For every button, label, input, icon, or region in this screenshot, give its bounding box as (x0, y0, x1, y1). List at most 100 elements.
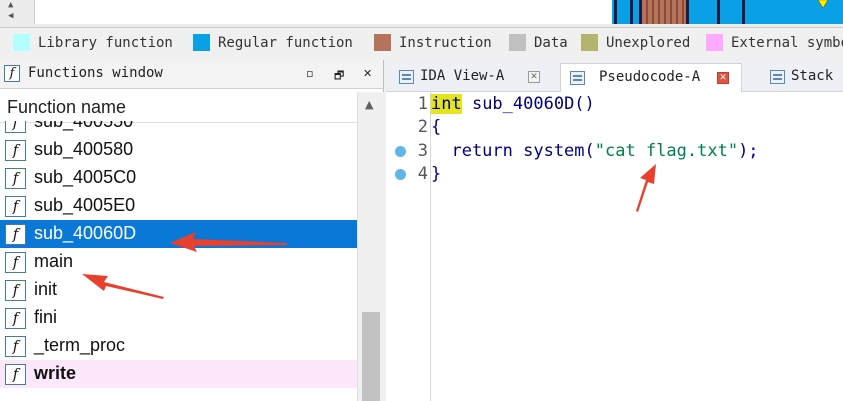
nav-segment-instruction (642, 0, 686, 24)
function-name: init (34, 279, 58, 299)
disassembly-view-icon (399, 70, 414, 84)
nav-position-marker-icon (818, 0, 828, 8)
legend-label: Data (534, 35, 568, 51)
tab-label: Stack (791, 68, 834, 84)
functions-window-titlebar[interactable]: f Functions window ▫ 🗗 ✕ (0, 60, 383, 89)
legend-swatch-external (706, 34, 723, 51)
function-icon: f (5, 280, 26, 301)
function-name: main (34, 251, 74, 271)
function-row[interactable]: f main (0, 248, 357, 276)
line-number: 2 (417, 117, 428, 138)
function-icon: f (5, 308, 26, 329)
float-pane-button[interactable]: 🗗 (334, 67, 344, 86)
function-name: write (34, 363, 77, 383)
function-list[interactable]: f sub_400550 f sub_400580 f sub_4005C0 f sub_40… (0, 121, 357, 401)
function-row[interactable]: f fini (0, 304, 357, 332)
functions-window: f Functions window ▫ 🗗 ✕ Function name f… (0, 60, 384, 401)
legend-item-unexplored: Unexplored (581, 34, 690, 52)
stack-view-icon (770, 70, 785, 84)
line-number: 1 (417, 94, 428, 114)
line-number: 3 (417, 140, 428, 161)
function-name: sub_400580 (34, 139, 134, 159)
color-legend: Library function Regular function Instru… (0, 28, 843, 58)
legend-swatch-regular (193, 34, 210, 51)
function-row[interactable]: f init (0, 276, 357, 304)
nav-left-arrow-icon[interactable]: ◀ (8, 11, 28, 22)
functions-window-title: Functions window (28, 65, 163, 81)
nav-arrows[interactable]: ▲ ◀ (8, 0, 28, 24)
code-line[interactable]: 4} (386, 163, 843, 186)
navigation-band[interactable]: ▲ ◀ (0, 0, 843, 28)
tab-ida-view-a[interactable]: IDA View-A ✕ (390, 63, 554, 91)
tab-label: Pseudocode-A (599, 69, 701, 85)
nav-up-arrow-icon[interactable]: ▲ (8, 0, 28, 11)
legend-label: Instruction (399, 35, 492, 51)
legend-label: External symbol (731, 35, 843, 51)
nav-segment-code (745, 0, 843, 24)
column-header-label: Function name (7, 97, 127, 117)
function-name: fini (34, 307, 58, 327)
string-literal: "cat flag.txt" (594, 140, 739, 161)
pseudocode-pane: IDA View-A ✕ Pseudocode-A ✕ Stack 1 int s… (386, 60, 843, 401)
function-icon: f (5, 224, 26, 245)
function-icon: f (5, 168, 26, 189)
function-row[interactable]: f sub_400580 (0, 136, 357, 164)
legend-item-data: Data (509, 34, 568, 52)
function-row[interactable]: f sub_40060D (0, 220, 357, 248)
line-number: 4 (417, 163, 428, 184)
tab-pseudocode-a[interactable]: Pseudocode-A ✕ (560, 63, 742, 92)
nav-segment-dark (614, 0, 617, 24)
pseudocode-view-icon (570, 71, 585, 85)
legend-item-external: External symbol (706, 34, 843, 52)
legend-item-regular: Regular function (193, 34, 353, 52)
tab-stack[interactable]: Stack (748, 63, 843, 91)
close-tab-icon[interactable]: ✕ (528, 71, 540, 83)
breakpoint-dot-icon[interactable] (395, 168, 406, 180)
tab-label: IDA View-A (420, 68, 505, 84)
pseudocode-editor[interactable]: 1 int sub_40060D() 2{3 return system("cat … (386, 92, 843, 401)
function-icon: f (5, 336, 26, 357)
code-text: } (431, 163, 441, 186)
function-icon: f (5, 196, 26, 217)
legend-label: Library function (38, 35, 173, 51)
nav-segment-code (689, 0, 717, 24)
scrollbar-thumb[interactable] (362, 312, 380, 401)
breakpoint-dot-icon[interactable] (395, 145, 406, 157)
code-text: { (431, 116, 441, 139)
legend-swatch-instruction (374, 34, 391, 51)
function-row[interactable]: f sub_4005E0 (0, 192, 357, 220)
code-line[interactable]: 1 int sub_40060D() (386, 93, 843, 116)
function-name: sub_4005E0 (34, 195, 136, 215)
function-name: sub_40060D (34, 223, 137, 243)
column-header-function-name[interactable]: Function name (0, 92, 357, 123)
code-fragment: return system( (431, 140, 595, 161)
function-name: sub_400550 (34, 121, 134, 131)
function-row[interactable]: f sub_400550 (0, 121, 357, 136)
function-icon: f (4, 65, 20, 82)
function-name: _term_proc (34, 335, 126, 355)
function-row[interactable]: f _term_proc (0, 332, 357, 360)
legend-swatch-unexplored (581, 34, 598, 51)
legend-label: Regular function (218, 35, 353, 51)
code-line[interactable]: 3 return system("cat flag.txt"); (386, 140, 843, 163)
vertical-scrollbar[interactable]: ▲ (357, 92, 384, 401)
code-fragment: sub_40060D() (461, 94, 595, 114)
close-tab-icon[interactable]: ✕ (717, 72, 729, 84)
close-pane-button[interactable]: ✕ (363, 67, 372, 80)
code-fragment: { (431, 117, 442, 138)
code-text: return system("cat flag.txt"); (431, 140, 758, 163)
function-row[interactable]: f write (0, 360, 357, 388)
scroll-up-icon[interactable]: ▲ (365, 98, 373, 111)
highlighted-keyword[interactable]: int (431, 94, 462, 114)
function-row[interactable]: f sub_4005C0 (0, 164, 357, 192)
nav-segment-code (720, 0, 742, 24)
code-text: int sub_40060D() (431, 93, 595, 116)
code-fragment: } (431, 163, 442, 184)
function-name: sub_4005C0 (34, 167, 137, 187)
navigation-bar[interactable] (34, 0, 613, 24)
code-line[interactable]: 2{ (386, 116, 843, 139)
minimize-pane-button[interactable]: ▫ (306, 67, 313, 80)
legend-swatch-library (13, 34, 30, 51)
legend-item-instruction: Instruction (374, 34, 492, 52)
function-icon: f (5, 140, 26, 161)
